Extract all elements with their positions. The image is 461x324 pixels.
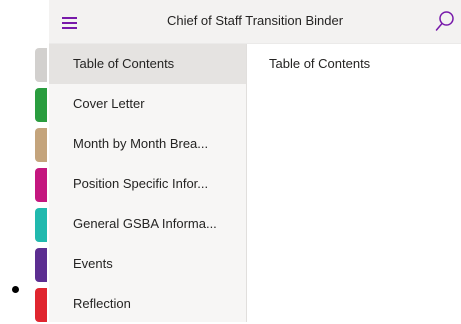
notebook-title[interactable]: Chief of Staff Transition Binder: [49, 13, 461, 28]
page-item-table-of-contents[interactable]: Table of Contents: [247, 44, 461, 84]
section-item-label: Events: [73, 256, 113, 271]
section-item-month-by-month[interactable]: Month by Month Brea...: [49, 124, 246, 164]
section-item-events[interactable]: Events: [49, 244, 246, 284]
section-item-table-of-contents[interactable]: Table of Contents: [49, 44, 246, 84]
section-tab-color[interactable]: [35, 88, 47, 122]
section-tab-color[interactable]: [35, 288, 47, 322]
page-item-label: Table of Contents: [269, 56, 371, 71]
section-item-reflection[interactable]: Reflection: [49, 284, 246, 324]
section-color-tabs: [35, 44, 49, 322]
section-item-label: Table of Contents: [73, 56, 175, 71]
section-tab-color[interactable]: [35, 168, 47, 202]
pages-list: Table of Contents: [247, 44, 461, 322]
section-item-label: Reflection: [73, 296, 131, 311]
section-item-label: Cover Letter: [73, 96, 145, 111]
section-tab-color[interactable]: [35, 208, 47, 242]
section-item-position-specific[interactable]: Position Specific Infor...: [49, 164, 246, 204]
section-item-cover-letter[interactable]: Cover Letter: [49, 84, 246, 124]
onenote-app: Chief of Staff Transition Binder Table o…: [0, 0, 461, 322]
section-item-label: General GSBA Informa...: [73, 216, 217, 231]
bullet-dot: [12, 286, 19, 293]
search-icon[interactable]: [435, 10, 455, 32]
section-item-general-gsba[interactable]: General GSBA Informa...: [49, 204, 246, 244]
section-tab-color[interactable]: [35, 48, 47, 82]
section-item-label: Position Specific Infor...: [73, 176, 209, 191]
section-tab-color[interactable]: [35, 248, 47, 282]
sections-list: Table of Contents Cover Letter Month by …: [49, 44, 247, 322]
section-item-label: Month by Month Brea...: [73, 136, 209, 151]
section-tab-color[interactable]: [35, 128, 47, 162]
notebook-header: Chief of Staff Transition Binder: [49, 0, 461, 44]
